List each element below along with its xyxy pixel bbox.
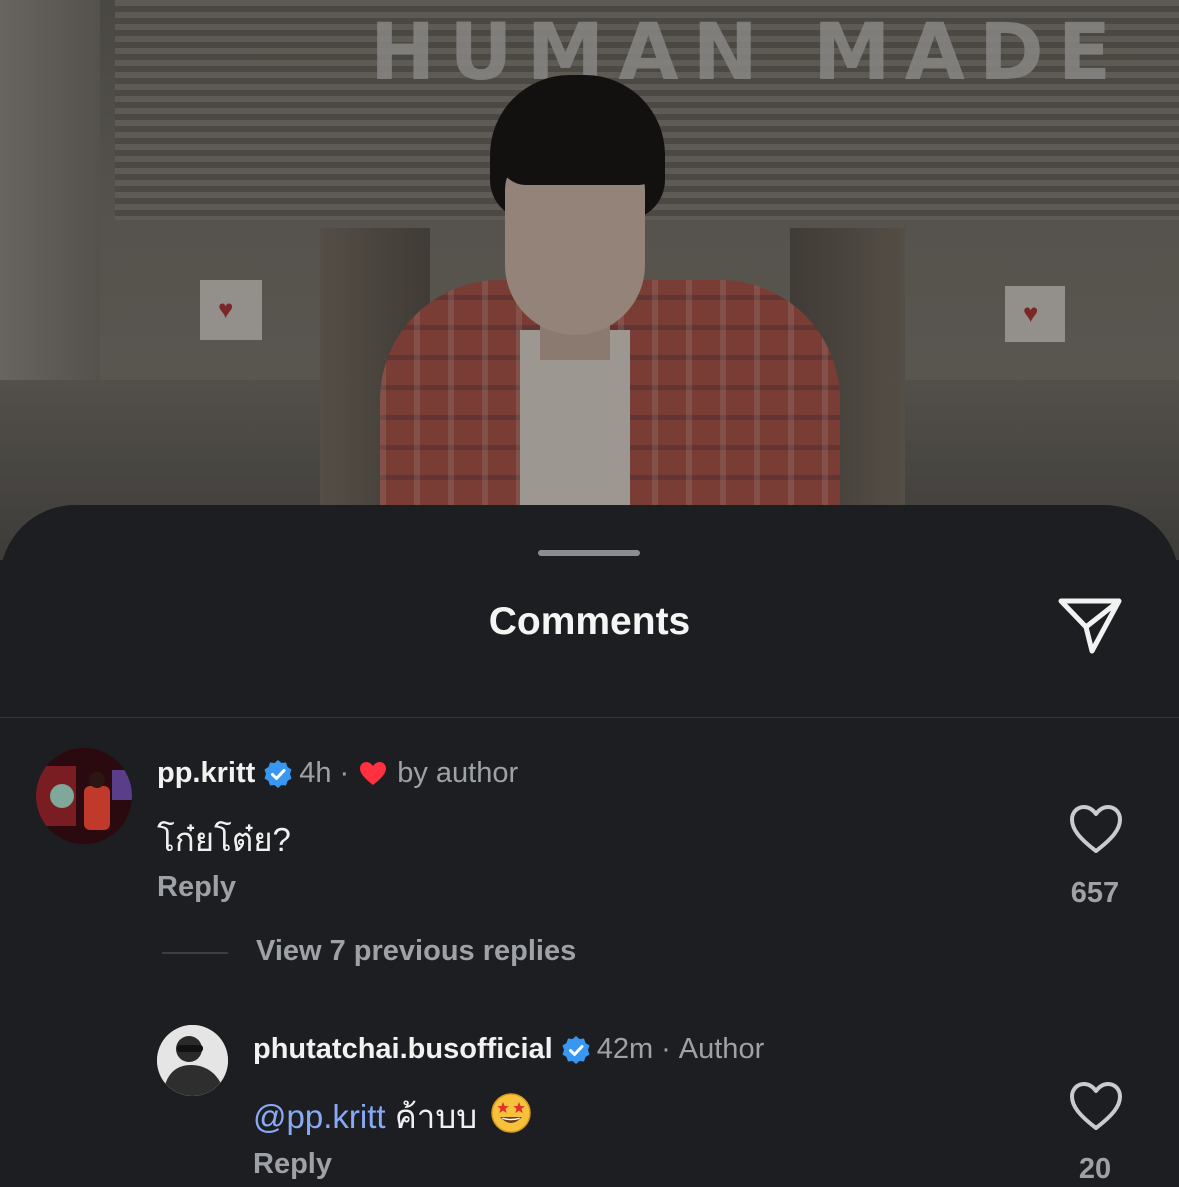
heart-outline-icon [1070,1082,1122,1130]
liked-by-author-label: by author [397,757,519,789]
verified-badge-icon [264,759,292,788]
reply-username[interactable]: phutatchai.busofficial [253,1033,553,1066]
like-button[interactable] [1068,803,1124,855]
share-button[interactable] [1052,590,1128,660]
like-count: 20 [1078,1153,1112,1185]
star-struck-emoji-icon [491,1093,532,1133]
photo-dim-overlay [0,0,1179,560]
avatar-photo [157,1025,228,1096]
mention-link[interactable]: @pp.kritt [253,1098,386,1135]
reply-text-body: ค้าบบ [394,1098,478,1135]
header-divider [0,717,1179,718]
comment-text: โก๋ยโต๋ย? [157,821,291,858]
paper-plane-icon [1058,598,1122,654]
like-button[interactable] [1068,1080,1124,1132]
meta-separator: · [661,1033,671,1065]
avatar[interactable] [36,748,132,844]
sheet-grabber[interactable] [538,550,640,556]
heart-outline-icon [1070,805,1122,853]
reply-meta: phutatchai.busofficial 42m · Author [253,1033,764,1066]
comment-meta: pp.kritt 4h · by author [157,757,518,790]
reply-button[interactable]: Reply [253,1148,332,1181]
reply-time: 42m [596,1033,654,1065]
comments-sheet: Comments pp.kritt 4h · by author โก๋ยโต๋… [0,505,1179,1187]
liked-by-author-heart-icon [360,762,387,785]
view-previous-replies-button[interactable]: View 7 previous replies [256,935,576,968]
meta-separator: · [339,757,350,789]
comment-username[interactable]: pp.kritt [157,757,255,790]
sheet-title: Comments [488,600,691,643]
author-label: Author [678,1033,765,1065]
like-count: 657 [1070,877,1120,909]
comment-time: 4h [299,757,332,789]
replies-divider-line [162,952,228,954]
verified-badge-icon [562,1035,590,1064]
avatar-photo [36,748,132,844]
post-photo: HUMAN MADE ♥ ♥ [0,0,1179,560]
app-viewport: HUMAN MADE ♥ ♥ Comments pp.kritt 4h · by… [0,0,1179,1187]
reply-text: @pp.kritt ค้าบบ [253,1090,532,1143]
avatar[interactable] [157,1025,228,1096]
reply-button[interactable]: Reply [157,871,236,904]
